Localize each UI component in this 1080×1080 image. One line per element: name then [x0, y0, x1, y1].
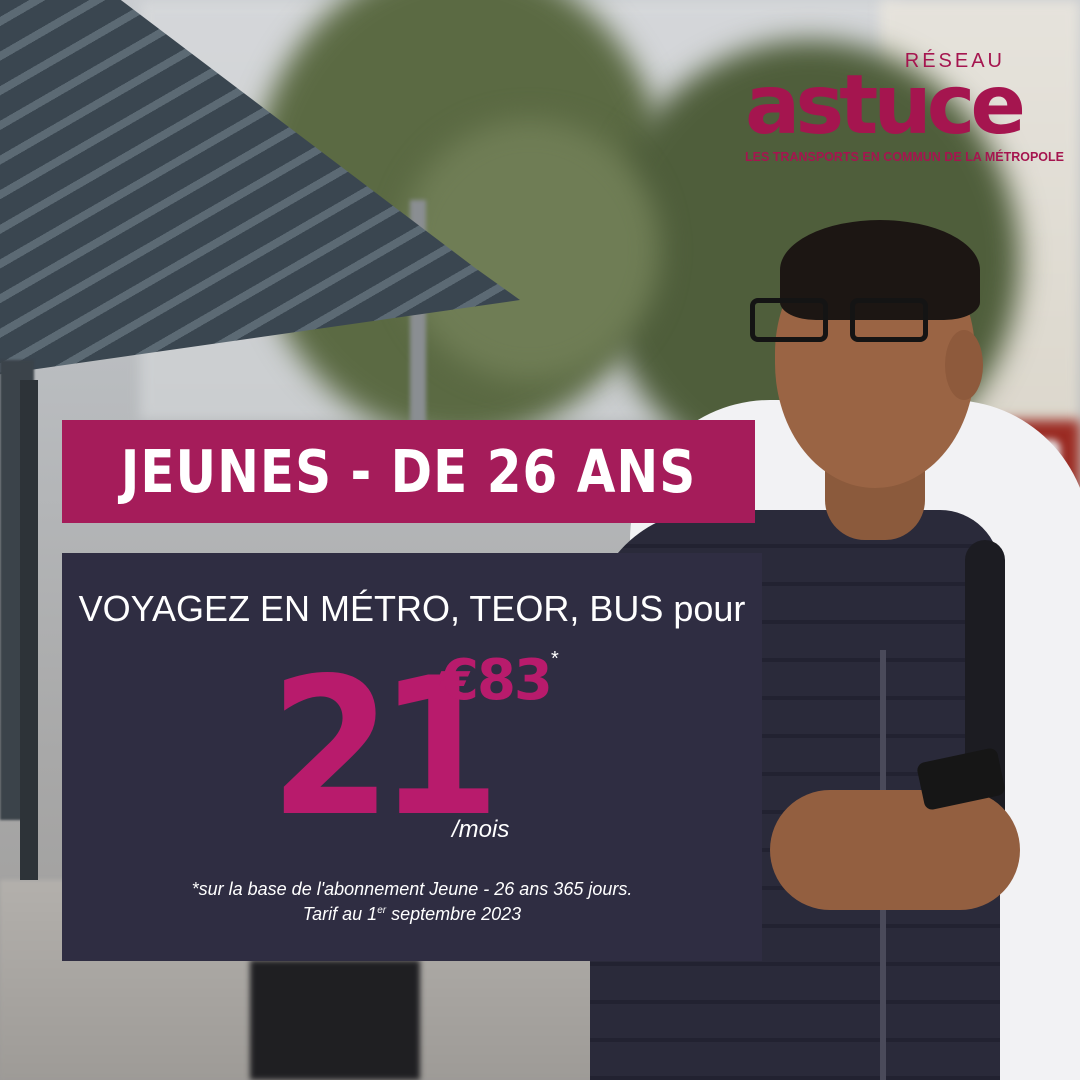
title-banner: JEUNES - DE 26 ANS	[62, 420, 755, 523]
price-unit: /mois	[452, 816, 510, 843]
offer-headline: VOYAGEZ EN MÉTRO, TEOR, BUS pour	[78, 588, 746, 629]
glasses-lens	[850, 298, 928, 342]
hands	[770, 790, 1020, 910]
footnote-ordinal: er	[377, 905, 387, 916]
logo-brand-text: astuce	[745, 58, 1026, 153]
banner-title: JEUNES - DE 26 ANS	[120, 437, 697, 506]
passerby-legs	[250, 960, 420, 1080]
footnote-line-2: Tarif au 1er septembre 2023	[62, 900, 762, 925]
price-panel: VOYAGEZ EN MÉTRO, TEOR, BUS pour 21 €83 …	[62, 553, 762, 961]
ear	[945, 330, 983, 400]
glasses-lens	[750, 298, 828, 342]
glasses	[750, 298, 950, 348]
footnote-date-prefix: Tarif au 1	[302, 904, 378, 924]
price-asterisk: *	[551, 648, 559, 670]
bus-shelter-pillar	[20, 380, 38, 880]
logo-tagline: LES TRANSPORTS EN COMMUN DE LA MÉTROPOLE	[745, 150, 1064, 164]
footnote-date-suffix: septembre 2023	[386, 904, 522, 924]
footnote: *sur la base de l'abonnement Jeune - 26 …	[62, 878, 762, 925]
footnote-line-1: *sur la base de l'abonnement Jeune - 26 …	[191, 879, 633, 899]
price-cents: €83	[440, 648, 553, 713]
astuce-logo: RÉSEAU astuce LES TRANSPORTS EN COMMUN D…	[745, 50, 1064, 180]
